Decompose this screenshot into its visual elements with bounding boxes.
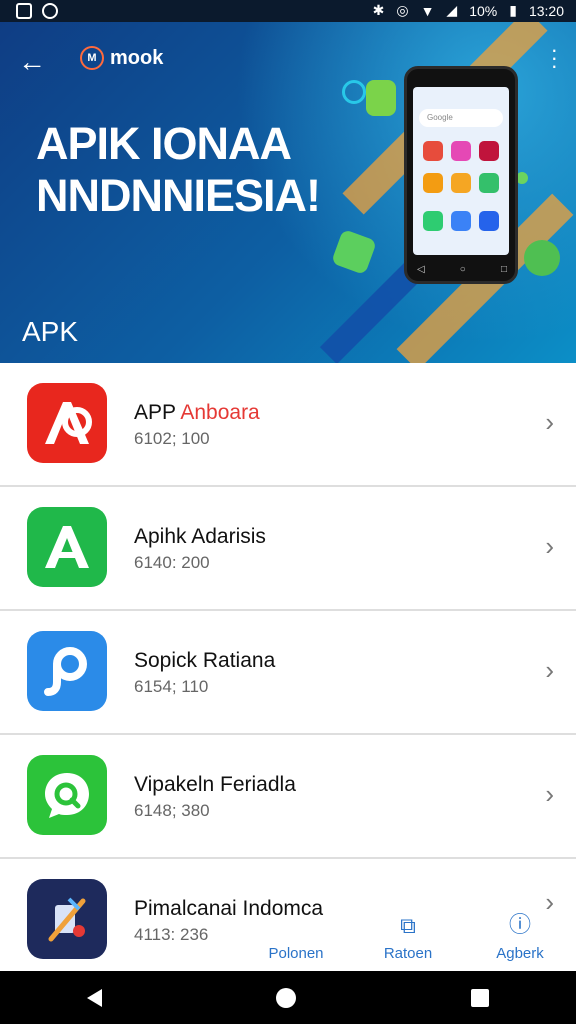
status-left-icons — [16, 3, 58, 19]
phone-screen: Google — [413, 87, 509, 255]
chevron-right-icon: › — [545, 779, 554, 809]
alarm-icon: ◎ — [396, 2, 409, 18]
floating-notes-icon — [366, 80, 396, 116]
clock: 13:20 — [528, 2, 564, 19]
phone-app-icon — [451, 211, 471, 231]
status-right: ✱ ◎ ▼ ◢ 10% ▮ 13:20 — [373, 2, 564, 19]
system-nav-bar — [0, 971, 576, 1024]
tab-polonen[interactable]: Polonen — [240, 900, 352, 970]
phone-app-icon — [451, 173, 471, 193]
phone-nav: ◁ ○ □ — [417, 264, 507, 275]
app-name: Apihk Adarisis — [134, 525, 266, 548]
app-list: APP Anboara 6102; 100 › Apihk Adarisis 6… — [0, 363, 576, 971]
headline-line-2: NNDNNIESIA! — [36, 170, 321, 221]
brand-logo: M mook — [80, 46, 163, 70]
nav-recents-icon[interactable] — [470, 988, 489, 1007]
tab-agberk[interactable]: ⓘ Agberk — [464, 900, 576, 970]
floating-tag-icon — [330, 228, 378, 276]
app-tools-navy-icon — [27, 879, 107, 959]
chevron-right-icon: › — [545, 531, 554, 561]
wifi-icon: ▼ — [420, 2, 435, 19]
back-arrow-icon[interactable]: ← — [18, 48, 46, 76]
tab-label: Agberk — [496, 945, 544, 962]
app-meta: 6140: 200 — [134, 553, 210, 572]
app-chat-green-icon — [27, 755, 107, 835]
section-label: APK — [22, 316, 79, 347]
app-name: Vipakeln Feriadla — [134, 773, 296, 796]
app-name: Sopick Ratiana — [134, 649, 276, 672]
floating-link-icon — [342, 80, 366, 104]
app-meta: 6154; 110 — [134, 677, 209, 696]
tab-label: Polonen — [268, 945, 324, 962]
brand-badge-icon: M — [80, 46, 104, 70]
floating-phone-icon — [524, 240, 560, 276]
app-meta: 4113: 236 — [134, 925, 209, 944]
brand-name: mook — [110, 46, 164, 69]
nav-back-icon[interactable] — [87, 988, 103, 1007]
phone-app-icon — [479, 211, 499, 231]
phone-app-icon — [451, 141, 471, 161]
app-meta: 6102; 100 — [134, 429, 210, 448]
tab-ratoen[interactable]: ⧉ Ratoen — [352, 900, 464, 970]
hero-headline: APIK IONAA NNDNNIESIA! — [36, 118, 321, 222]
app-meta: 6148; 380 — [134, 801, 210, 820]
tab-edit-icon: ⧉ — [400, 913, 416, 938]
tab-info-icon: ⓘ — [508, 912, 531, 937]
signal-icon: ◢ — [446, 2, 458, 18]
phone-mockup: Google ◁ ○ □ — [404, 66, 518, 284]
list-item[interactable]: APP Anboara 6102; 100 › — [0, 363, 576, 487]
phone-app-icon — [423, 211, 443, 231]
more-options-icon[interactable]: · · · — [551, 39, 558, 77]
list-item[interactable]: Vipakeln Feriadla 6148; 380 › — [0, 735, 576, 859]
bluetooth-icon: ✱ — [372, 2, 385, 18]
headline-line-1: APIK IONAA — [36, 118, 292, 169]
phone-search-bar: Google — [419, 109, 503, 127]
bottom-tab-bar: Polonen ⧉ Ratoen ⓘ Agberk — [240, 900, 576, 970]
phone-app-icon — [479, 173, 499, 193]
gallery-icon — [16, 3, 32, 19]
app-a-green-icon — [27, 507, 107, 587]
app-a-red-icon — [27, 383, 107, 463]
tab-label: Ratoen — [383, 945, 433, 962]
nav-home-icon[interactable] — [276, 987, 297, 1008]
battery-percent: 10% — [469, 2, 498, 19]
app-p-blue-icon — [27, 631, 107, 711]
battery-icon: ▮ — [509, 2, 517, 18]
phone-app-icon — [423, 173, 443, 193]
notification-icon — [42, 3, 58, 19]
chevron-right-icon: › — [545, 407, 554, 437]
chevron-right-icon: › — [545, 655, 554, 685]
status-bar: ✱ ◎ ▼ ◢ 10% ▮ 13:20 — [0, 0, 576, 22]
app-name: APP Anboara — [134, 401, 260, 424]
list-item[interactable]: Sopick Ratiana 6154; 110 › — [0, 611, 576, 735]
phone-app-icon — [479, 141, 499, 161]
hero-banner: ← M mook · · · APIK IONAA NNDNNIESIA! APK … — [0, 22, 576, 363]
phone-app-icon — [423, 141, 443, 161]
list-item[interactable]: Apihk Adarisis 6140: 200 › — [0, 487, 576, 611]
